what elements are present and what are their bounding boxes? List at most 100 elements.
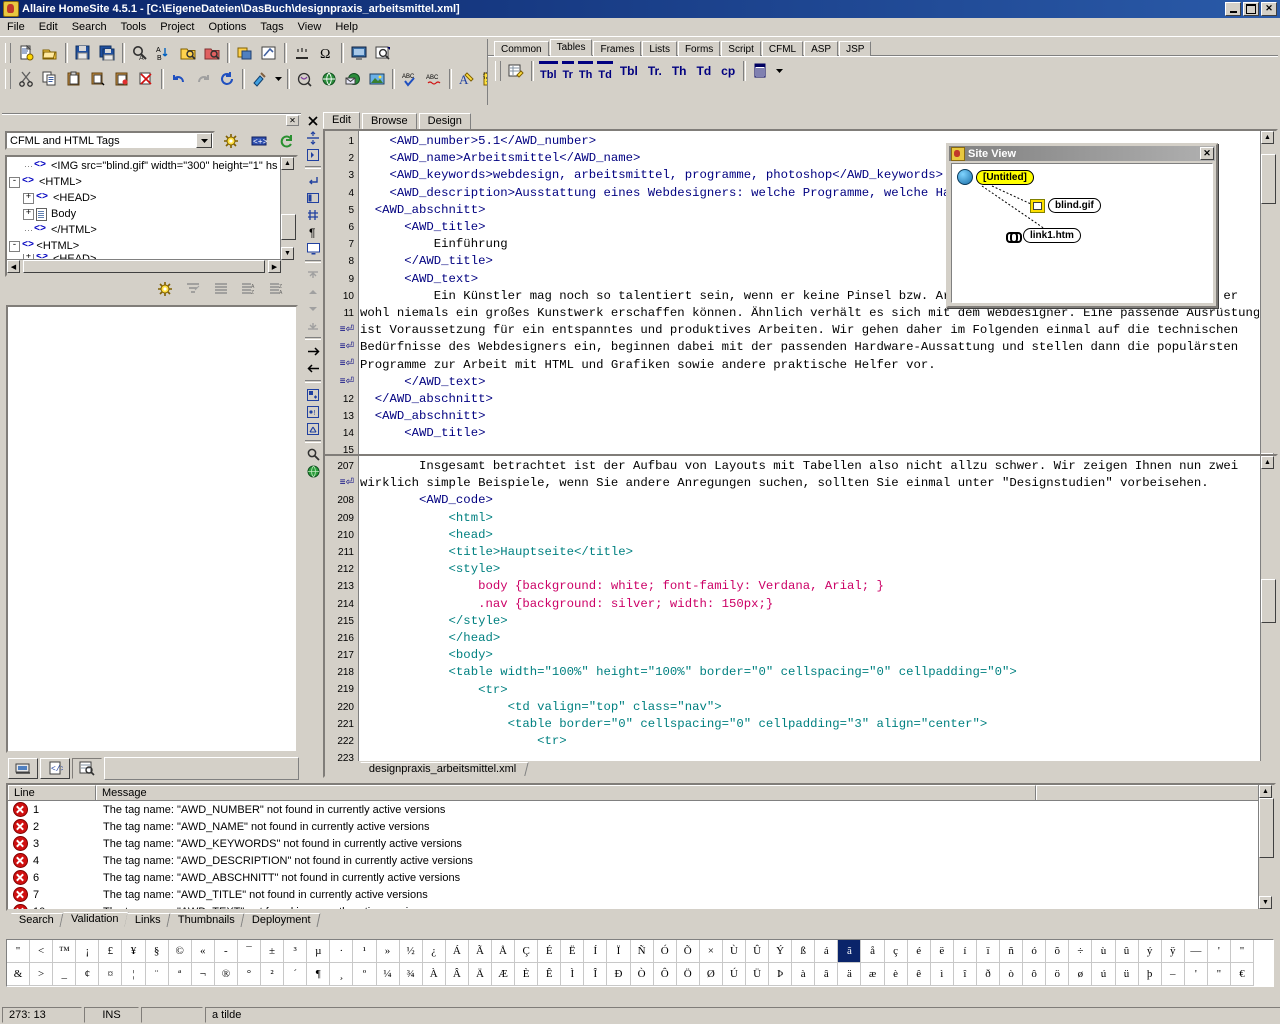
insert-image-button[interactable] (366, 68, 388, 89)
charmap-cell[interactable]: £ (99, 940, 123, 963)
code-sweeper-icon[interactable] (304, 420, 322, 437)
next-marker-icon[interactable] (304, 343, 322, 360)
tbl-text-button[interactable]: Tbl (615, 60, 643, 81)
charmap-cell[interactable]: Å (491, 940, 516, 963)
tree-item-html-2[interactable]: - <HEAD> <HTML> (9, 238, 281, 254)
scroll-thumb[interactable] (1261, 154, 1276, 204)
new-document-button[interactable] (15, 42, 37, 63)
site-view-close-button[interactable]: ✕ (1200, 147, 1214, 160)
site-node-blind-gif[interactable]: blind.gif (1030, 198, 1101, 213)
charmap-cell[interactable]: ð (976, 963, 1001, 986)
charmap-cell[interactable]: ¸ (330, 963, 354, 986)
charmap-cell[interactable]: § (145, 940, 169, 963)
charmap-cell[interactable]: Î (584, 963, 608, 986)
scroll-down-button[interactable]: ▼ (281, 247, 294, 260)
charmap-cell[interactable]: Ü (746, 963, 770, 986)
show-linenumbers-icon[interactable] (304, 206, 322, 223)
spell-check-button[interactable]: ABC (399, 68, 421, 89)
charmap-cell[interactable]: « (191, 940, 215, 963)
charmap-cell[interactable]: æ (861, 963, 885, 986)
results-tab-links[interactable]: Links (124, 913, 171, 927)
charmap-cell[interactable]: à (792, 963, 816, 986)
menu-item-options[interactable]: Options (202, 20, 254, 34)
tag-tab-lists[interactable]: Lists (642, 41, 677, 56)
charmap-cell[interactable]: Ó (653, 940, 677, 963)
menu-item-view[interactable]: View (291, 20, 329, 34)
charmap-cell[interactable]: ä (838, 963, 862, 986)
charmap-cell[interactable]: ë (930, 940, 954, 963)
tag-tab-tables[interactable]: Tables (549, 39, 593, 56)
insert-email-button[interactable] (342, 68, 364, 89)
charmap-cell[interactable]: ý (1138, 940, 1162, 963)
editor-text-bottom[interactable]: Insgesamt betrachtet ist der Aufbau von … (360, 456, 1259, 776)
validate-document-button[interactable] (372, 42, 394, 63)
tree-sort-az-icon[interactable]: AZ (238, 279, 260, 300)
charmap-cell[interactable]: ñ (1000, 940, 1024, 963)
charmap-cell[interactable]: · (330, 940, 354, 963)
maximize-button[interactable] (1243, 2, 1259, 16)
spell-check-options-button[interactable]: ABC (423, 68, 445, 89)
expand-expander[interactable]: + (23, 192, 34, 204)
charmap-cell[interactable]: ª (168, 963, 192, 986)
charmap-cell[interactable]: á (815, 940, 839, 963)
close-button[interactable]: ✕ (1261, 2, 1277, 16)
paste-button[interactable] (63, 68, 85, 89)
refresh-tree-icon[interactable] (276, 130, 298, 151)
tree-vertical-scrollbar[interactable]: ▲ ▼ (280, 157, 296, 260)
charmap-cell[interactable]: Ù (722, 940, 746, 963)
scroll-up-button[interactable]: ▲ (1261, 131, 1274, 144)
menu-item-search[interactable]: Search (65, 20, 114, 34)
snippets-tab[interactable]: </> (40, 757, 70, 779)
tag-inspector-select[interactable]: CFML and HTML Tags (5, 131, 215, 150)
tag-tab-frames[interactable]: Frames (593, 41, 642, 56)
paste-special-button[interactable] (87, 68, 109, 89)
minimize-button[interactable] (1225, 2, 1241, 16)
charmap-cell[interactable]: " (1207, 963, 1231, 986)
charmap-cell[interactable]: È (515, 963, 539, 986)
charmap-cell[interactable]: ¶ (307, 963, 331, 986)
replace-button[interactable]: AB (153, 42, 175, 63)
magnify-icon[interactable] (304, 446, 322, 463)
charmap-cell[interactable]: ² (261, 963, 285, 986)
charmap-cell[interactable]: " (1230, 940, 1255, 963)
charmap-cell[interactable]: ê (907, 963, 931, 986)
menu-item-project[interactable]: Project (153, 20, 201, 34)
tree-item-head[interactable]: + <HEAD> (9, 190, 281, 206)
charmap-cell[interactable]: – (1161, 963, 1185, 986)
tab-edit[interactable]: Edit (323, 112, 360, 129)
tree-list-icon[interactable] (210, 279, 232, 300)
goto-bottom-icon[interactable] (304, 317, 322, 334)
tree-filter-icon[interactable] (182, 279, 204, 300)
save-all-button[interactable] (96, 42, 118, 63)
table-row[interactable]: 6 The tag name: "AWD_ABSCHNITT" not found… (8, 869, 1274, 886)
tree-item-img[interactable]: ⋯ <IMG src="blind.gif" width="300" heigh… (9, 158, 281, 174)
charmap-cell[interactable]: ¡ (76, 940, 100, 963)
undo-button[interactable] (168, 68, 190, 89)
find-in-files-button[interactable] (177, 42, 199, 63)
menu-item-help[interactable]: Help (328, 20, 365, 34)
validate-button[interactable] (258, 42, 280, 63)
tree-sort-za-icon[interactable]: ZA (266, 279, 288, 300)
format-brush-button[interactable] (249, 68, 271, 89)
dock-close-button[interactable]: ✕ (286, 115, 299, 126)
charmap-cell[interactable]: þ (1138, 963, 1162, 986)
charmap-cell[interactable]: î (953, 963, 977, 986)
toolbar-grip[interactable] (5, 68, 11, 89)
charmap-cell[interactable]: ¼ (376, 963, 400, 986)
results-tab-search[interactable]: Search (8, 913, 64, 927)
charmap-cell[interactable]: ¢ (76, 963, 100, 986)
charmap-cell[interactable]: Ä (468, 963, 492, 986)
tag-attributes-pane[interactable] (6, 305, 298, 753)
close-editor-icon[interactable] (304, 112, 322, 129)
charmap-cell[interactable]: ™ (53, 940, 77, 963)
charmap-cell[interactable]: ¦ (122, 963, 146, 986)
charmap-cell[interactable]: Ñ (630, 940, 654, 963)
insert-th-button[interactable]: Th (577, 60, 594, 81)
scroll-down-button[interactable]: ▼ (1259, 896, 1272, 909)
charmap-cell[interactable]: ¯ (237, 940, 262, 963)
charmap-cell[interactable]: ÷ (1069, 940, 1093, 963)
scroll-thumb[interactable] (1259, 798, 1274, 858)
scroll-down-icon[interactable] (304, 300, 322, 317)
local-files-tab[interactable] (8, 757, 38, 779)
charmap-cell[interactable]: ° (237, 963, 262, 986)
